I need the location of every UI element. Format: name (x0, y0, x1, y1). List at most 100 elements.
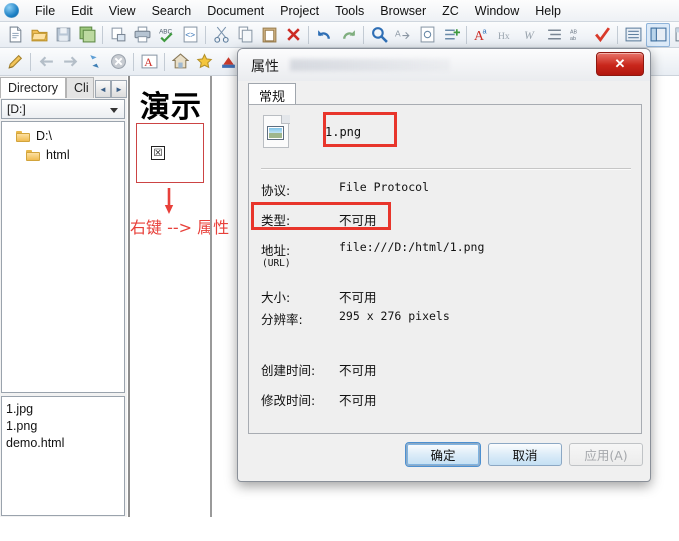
pencil-icon[interactable] (4, 51, 26, 73)
ok-button[interactable]: 确定 (405, 442, 481, 467)
delete-icon[interactable] (282, 24, 304, 46)
close-icon[interactable]: ✕ (596, 52, 644, 76)
goto-icon[interactable] (416, 24, 438, 46)
menu-item-help[interactable]: Help (527, 2, 569, 20)
save-icon[interactable] (52, 24, 74, 46)
dialog-title-blurred-text (290, 59, 450, 71)
svg-text:Hx: Hx (498, 31, 510, 42)
sidebar-tab-nav: ◄ ► (95, 80, 127, 98)
print-icon[interactable] (131, 24, 153, 46)
insert-line-icon[interactable] (440, 24, 462, 46)
menu-item-project[interactable]: Project (272, 2, 327, 20)
menu-item-search[interactable]: Search (144, 2, 200, 20)
property-value: 不可用 (339, 393, 377, 408)
refresh-icon[interactable] (83, 51, 105, 73)
stop-icon[interactable] (107, 51, 129, 73)
cut-icon[interactable] (210, 24, 232, 46)
file-list[interactable]: 1.jpg 1.png demo.html (1, 396, 125, 516)
broken-image-placeholder[interactable]: ☒ (136, 123, 204, 183)
tab-scroll-next-button[interactable]: ► (111, 80, 127, 98)
property-row-url: 地址: (URL) file:///D:/html/1.png (261, 240, 484, 269)
home-icon[interactable] (169, 51, 191, 73)
tree-item-html[interactable]: html (2, 145, 124, 164)
list-item[interactable]: demo.html (6, 435, 124, 452)
drive-selector-dropdown[interactable]: [D:] (1, 99, 125, 119)
cancel-button[interactable]: 取消 (488, 443, 562, 466)
property-label: 协议: (261, 183, 291, 198)
property-label: 地址: (URL) (261, 240, 339, 269)
menu-item-tools[interactable]: Tools (327, 2, 372, 20)
menu-item-view[interactable]: View (101, 2, 144, 20)
dialog-footer: 确定 取消 应用(A) (238, 435, 650, 481)
check-icon[interactable] (591, 24, 613, 46)
italic-w-icon[interactable]: W (519, 24, 541, 46)
app-window: File Edit View Search Document Project T… (0, 0, 679, 541)
toolbar-separator (133, 52, 134, 71)
annotation-arrow-icon (164, 188, 174, 214)
menu-item-document[interactable]: Document (199, 2, 272, 20)
annotation-hint-text: 右键 --> 属性 (130, 218, 230, 237)
replace-icon[interactable]: A (392, 24, 414, 46)
open-folder-icon[interactable] (28, 24, 50, 46)
save-all-icon[interactable] (76, 24, 98, 46)
toolbar-separator (164, 52, 165, 71)
tab-scroll-prev-button[interactable]: ◄ (95, 80, 111, 98)
new-file-icon[interactable] (4, 24, 26, 46)
broken-image-icon: ☒ (151, 146, 165, 160)
menu-item-edit[interactable]: Edit (63, 2, 101, 20)
tree-item-root[interactable]: D:\ (2, 126, 124, 145)
font-a-icon[interactable]: A (138, 51, 160, 73)
apply-button: 应用(A) (569, 443, 643, 466)
copy-icon[interactable] (234, 24, 256, 46)
hx-icon[interactable]: Hx (495, 24, 517, 46)
image-file-icon (261, 115, 291, 149)
panel-split-icon[interactable] (646, 22, 670, 47)
abc-case-icon[interactable]: AB ab (567, 24, 589, 46)
property-row-type: 类型: 不可用 (261, 210, 377, 229)
forward-arrow-icon[interactable] (59, 51, 81, 73)
folder-icon (16, 130, 31, 142)
property-label-main: 地址: (261, 243, 291, 258)
toolbar-separator (466, 25, 467, 44)
properties-dialog: 属性 ✕ 常规 1.png 协议: File Protocol 类型: 不可用 … (237, 48, 651, 482)
directory-tree[interactable]: D:\ html (1, 121, 125, 393)
font-color-icon[interactable]: Aa (471, 24, 493, 46)
undo-icon[interactable] (313, 24, 335, 46)
sidebar-tab-strip: Directory Cli ◄ ► (0, 76, 127, 98)
menu-item-browser[interactable]: Browser (372, 2, 434, 20)
svg-text:AB: AB (570, 29, 578, 35)
code-view-icon[interactable]: <> (179, 24, 201, 46)
svg-text:ab: ab (570, 36, 576, 42)
sidebar-tab-clipboard[interactable]: Cli (66, 77, 94, 98)
property-value: File Protocol (339, 180, 430, 194)
menu-bar: File Edit View Search Document Project T… (0, 0, 679, 22)
list-item[interactable]: 1.jpg (6, 401, 124, 418)
back-arrow-icon[interactable] (35, 51, 57, 73)
property-value: 不可用 (339, 363, 377, 378)
list-item[interactable]: 1.png (6, 418, 124, 435)
property-value: file:///D:/html/1.png (339, 240, 485, 254)
tree-item-label: D:\ (36, 128, 52, 143)
align-icon[interactable] (543, 24, 565, 46)
menu-item-file[interactable]: File (27, 2, 63, 20)
paste-icon[interactable] (258, 24, 280, 46)
redo-icon[interactable] (337, 24, 359, 46)
color-palette-icon[interactable] (217, 51, 239, 73)
toolbar-separator (205, 25, 206, 44)
property-row-protocol: 协议: File Protocol (261, 180, 429, 199)
menu-item-zc[interactable]: ZC (434, 2, 467, 20)
sidebar-tab-directory[interactable]: Directory (0, 77, 67, 98)
panel-list-icon[interactable] (622, 24, 644, 46)
property-value: 不可用 (339, 213, 377, 228)
svg-text:A: A (395, 29, 401, 39)
favorites-star-icon[interactable] (193, 51, 215, 73)
search-icon[interactable] (368, 24, 390, 46)
svg-text:A: A (144, 56, 153, 69)
spellcheck-icon[interactable]: ABC (155, 24, 177, 46)
dialog-title-bar[interactable]: 属性 ✕ (238, 49, 650, 81)
chevron-down-icon (110, 108, 118, 113)
panel-preview-icon[interactable] (672, 24, 679, 46)
toolbar-separator (363, 25, 364, 44)
print-preview-icon[interactable] (107, 24, 129, 46)
menu-item-window[interactable]: Window (467, 2, 527, 20)
